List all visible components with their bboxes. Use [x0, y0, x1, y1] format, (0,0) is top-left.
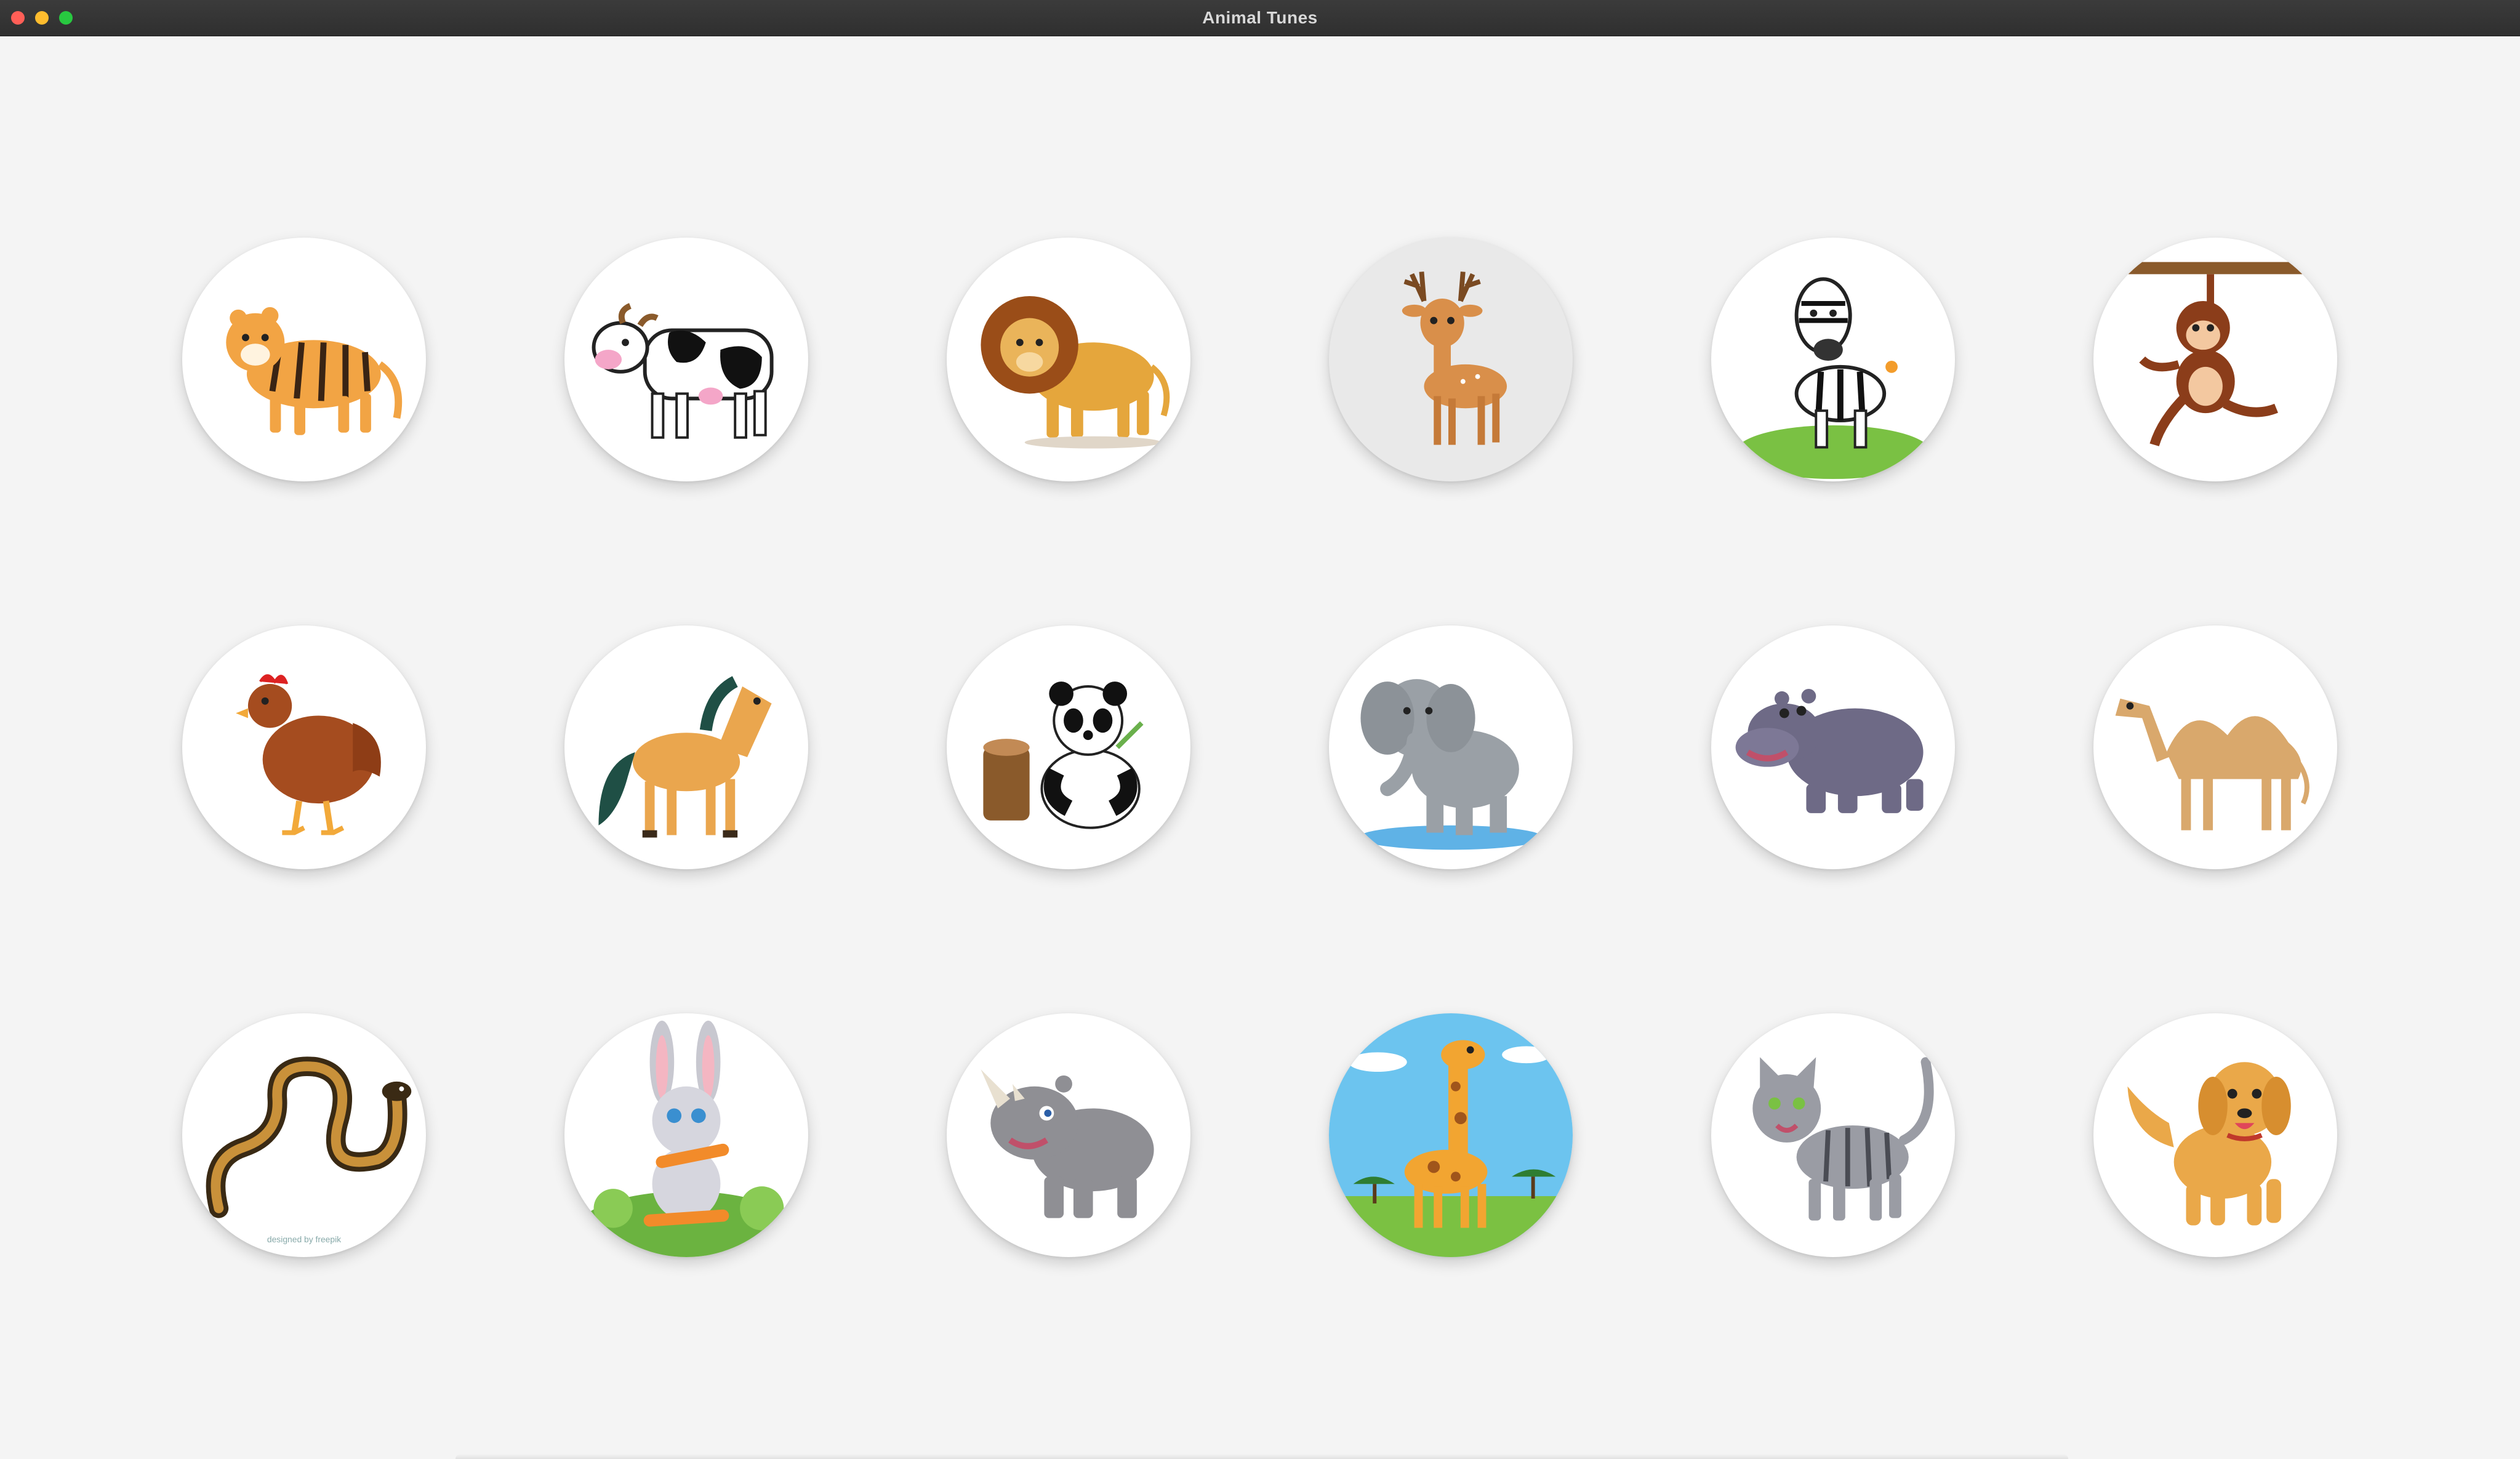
- animal-button-tiger[interactable]: [182, 238, 426, 481]
- animal-button-cat[interactable]: [1711, 1013, 1955, 1257]
- animal-button-horse[interactable]: [564, 625, 808, 869]
- animal-button-elephant[interactable]: [1329, 625, 1573, 869]
- animal-button-zebra[interactable]: [1711, 238, 1955, 481]
- deer-icon: [1402, 271, 1507, 445]
- rabbit-icon: [576, 1020, 797, 1257]
- bottom-shadow: [455, 1454, 2068, 1459]
- title-bar[interactable]: Animal Tunes: [0, 0, 2520, 36]
- window-title: Animal Tunes: [1202, 8, 1318, 27]
- animal-button-camel[interactable]: [2093, 625, 2337, 869]
- animal-button-dog[interactable]: [2093, 1013, 2337, 1257]
- animal-button-snake[interactable]: designed by freepik: [182, 1013, 426, 1257]
- elephant-icon: [1358, 679, 1544, 850]
- panda-icon: [983, 681, 1144, 829]
- horse-icon: [598, 676, 772, 838]
- monkey-icon: [2105, 262, 2313, 447]
- animal-button-giraffe[interactable]: [1329, 1013, 1573, 1257]
- animal-button-panda[interactable]: [947, 625, 1190, 869]
- camel-icon: [2115, 698, 2309, 830]
- giraffe-icon: [1329, 1013, 1573, 1257]
- tiger-icon: [226, 307, 403, 435]
- hen-icon: [236, 674, 381, 835]
- snake-icon: designed by freepik: [206, 1056, 412, 1244]
- zebra-icon: [1735, 277, 1931, 480]
- cat-icon: [1752, 1057, 1934, 1221]
- animal-button-hippo[interactable]: [1711, 625, 1955, 869]
- animal-button-deer[interactable]: [1329, 238, 1573, 481]
- animal-button-rabbit[interactable]: [564, 1013, 808, 1257]
- lion-icon: [981, 296, 1170, 449]
- rhino-icon: [981, 1069, 1154, 1218]
- hippo-icon: [1735, 688, 1924, 813]
- animal-grid: designed by freepik: [0, 36, 2520, 1459]
- animal-button-hen[interactable]: [182, 625, 426, 869]
- animal-button-cow[interactable]: [564, 238, 808, 481]
- cow-icon: [592, 303, 774, 439]
- animal-button-monkey[interactable]: [2093, 238, 2337, 481]
- image-credit: designed by freepik: [267, 1234, 341, 1244]
- animal-button-rhino[interactable]: [947, 1013, 1190, 1257]
- animal-button-lion[interactable]: [947, 238, 1190, 481]
- dog-icon: [2127, 1062, 2291, 1226]
- app-window: Animal Tunes designed by freepik: [0, 0, 2520, 1459]
